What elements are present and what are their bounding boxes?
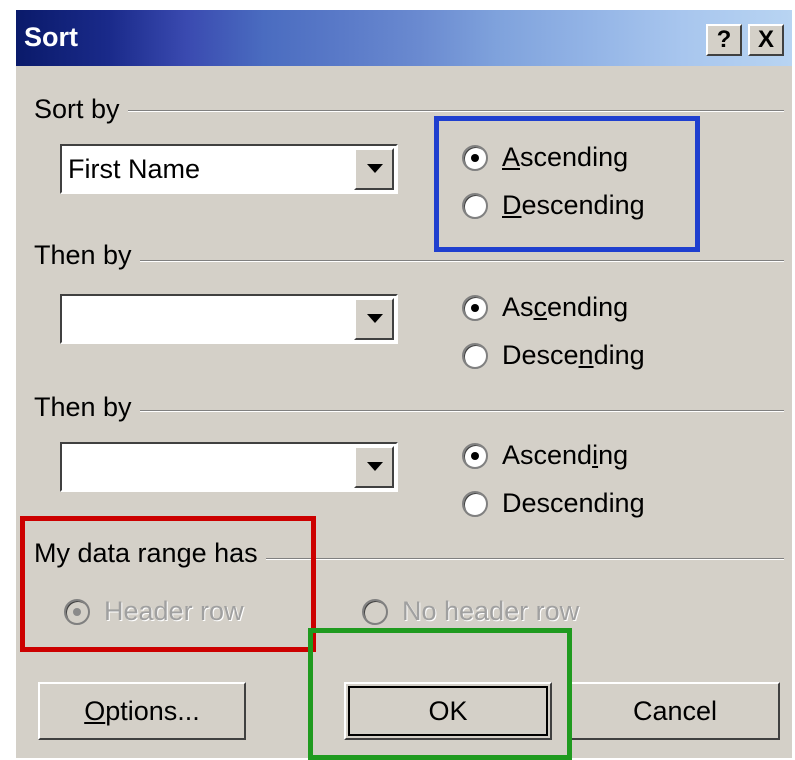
then-by-1-ascending-option[interactable]: Ascending <box>462 292 628 323</box>
then-by-1-ascending-label: Ascending <box>502 292 629 322</box>
help-button[interactable]: ? <box>706 24 742 56</box>
then-by-2-ascending-radio[interactable] <box>462 442 488 469</box>
close-icon: X <box>757 26 774 53</box>
then-by-2-descending-label: Descending <box>502 488 645 518</box>
sort-by-label: Sort by <box>34 94 128 125</box>
ascending-descending-highlight-box <box>434 116 700 252</box>
then-by-2-descending-radio[interactable] <box>462 490 488 517</box>
sort-by-divider <box>36 110 784 112</box>
sort-by-value: First Name <box>68 154 201 184</box>
then-by-2-combobox[interactable] <box>60 442 398 492</box>
sort-by-combobox[interactable]: First Name <box>60 144 398 194</box>
options-button-label: Options... <box>84 695 200 726</box>
then-by-1-descending-option[interactable]: Descending <box>462 340 645 371</box>
dialog-title: Sort <box>24 22 78 52</box>
then-by-2-ascending-label: Ascending <box>502 440 629 470</box>
then-by-2-descending-option[interactable]: Descending <box>462 488 645 519</box>
then-by-2-divider <box>36 410 784 412</box>
no-header-row-radio <box>362 598 388 625</box>
cancel-button-label: Cancel <box>632 695 718 726</box>
close-button[interactable]: X <box>748 24 784 56</box>
help-icon: ? <box>716 26 732 53</box>
then-by-1-dropdown-arrow-icon[interactable] <box>354 298 394 340</box>
then-by-2-dropdown-arrow-icon[interactable] <box>354 446 394 488</box>
then-by-1-descending-label: Descending <box>502 340 645 370</box>
cancel-button[interactable]: Cancel <box>570 682 780 740</box>
no-header-row-option: No header row <box>362 596 579 627</box>
then-by-1-combobox[interactable] <box>60 294 398 344</box>
sort-by-dropdown-arrow-icon[interactable] <box>354 148 394 190</box>
no-header-row-label: No header row <box>402 596 580 626</box>
then-by-1-label: Then by <box>34 240 140 271</box>
then-by-2-label: Then by <box>34 392 140 423</box>
then-by-2-ascending-option[interactable]: Ascending <box>462 440 628 471</box>
options-button[interactable]: Options... <box>38 682 246 740</box>
then-by-1-divider <box>36 260 784 262</box>
then-by-1-descending-radio[interactable] <box>462 342 488 369</box>
data-range-highlight-box <box>20 516 316 652</box>
ok-highlight-box <box>308 628 572 760</box>
then-by-1-ascending-radio[interactable] <box>462 294 488 321</box>
title-bar[interactable]: Sort ? X <box>16 10 792 66</box>
